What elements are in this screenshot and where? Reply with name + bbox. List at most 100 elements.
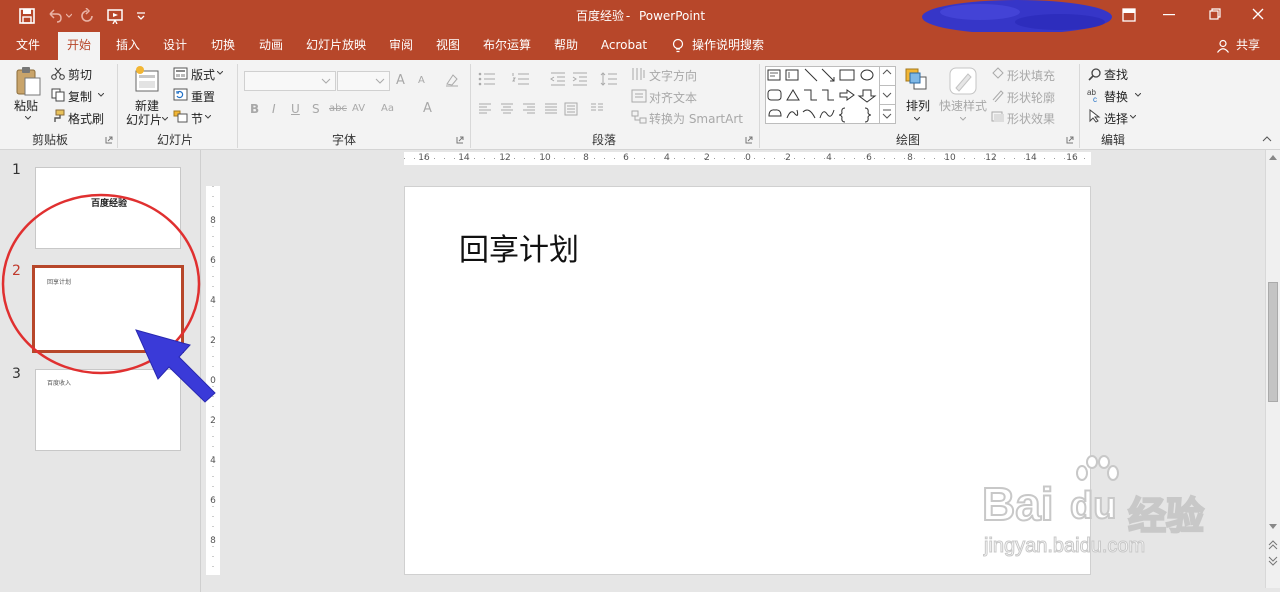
cut-button[interactable]: 剪切 (68, 66, 92, 83)
ribbon-display-options-icon[interactable] (1122, 8, 1136, 22)
tab-acrobat[interactable]: Acrobat (596, 32, 652, 60)
shrink-font-button[interactable]: A (418, 75, 425, 86)
minimize-icon[interactable] (1163, 14, 1175, 16)
align-center-icon[interactable] (500, 103, 514, 115)
arrange-icon[interactable] (904, 67, 930, 95)
font-launcher-icon[interactable] (456, 136, 464, 144)
hruler-label: 2 (704, 153, 710, 163)
clear-formatting-icon[interactable] (444, 72, 460, 88)
tab-review[interactable]: 审阅 (381, 32, 421, 60)
reset-button[interactable]: 重置 (191, 88, 215, 105)
decrease-indent-icon[interactable] (550, 72, 566, 86)
vertical-scrollbar[interactable] (1265, 150, 1280, 588)
tab-slideshow[interactable]: 幻灯片放映 (300, 32, 372, 60)
previous-slide-icon[interactable] (1268, 540, 1278, 550)
tab-help[interactable]: 帮助 (546, 32, 586, 60)
scrollbar-thumb[interactable] (1268, 282, 1278, 402)
slide-title-placeholder[interactable]: 回享计划 (459, 225, 579, 269)
tab-home[interactable]: 开始 (58, 32, 100, 60)
underline-button[interactable]: U (291, 102, 300, 116)
layout-button[interactable]: 版式 (191, 66, 215, 83)
shape-outline-button[interactable]: 形状轮廓 (1007, 89, 1055, 106)
paragraph-launcher-icon[interactable] (745, 136, 753, 144)
hruler-label: 14 (458, 153, 470, 163)
increase-indent-icon[interactable] (572, 72, 588, 86)
start-slideshow-icon[interactable] (107, 8, 125, 24)
grow-font-button[interactable]: A (396, 73, 405, 88)
font-name-dropdown-icon[interactable] (321, 78, 331, 84)
arrange-dropdown-icon[interactable] (914, 117, 920, 121)
vruler-label: 6 (210, 256, 216, 266)
font-size-dropdown-icon[interactable] (375, 78, 385, 84)
paste-icon[interactable] (14, 66, 42, 96)
align-right-icon[interactable] (522, 103, 536, 115)
select-button[interactable]: 选择 (1104, 110, 1128, 127)
hruler-label: 6 (623, 153, 629, 163)
distribute-icon[interactable] (564, 102, 578, 116)
quick-styles-button[interactable]: 快速样式 (939, 97, 987, 114)
italic-button[interactable]: I (272, 102, 276, 116)
shape-effects-button[interactable]: 形状效果 (1007, 110, 1055, 127)
paste-button[interactable]: 粘贴 (14, 97, 38, 114)
find-button[interactable]: 查找 (1104, 66, 1128, 83)
scroll-up-icon[interactable] (1269, 154, 1277, 160)
change-case-button[interactable]: Aa (381, 103, 394, 114)
numbering-icon[interactable] (512, 72, 530, 86)
save-icon[interactable] (19, 8, 35, 24)
tab-design[interactable]: 设计 (155, 32, 195, 60)
new-slide-dropdown-icon[interactable] (162, 117, 168, 121)
scissors-icon (51, 67, 65, 80)
shapes-gallery[interactable] (765, 66, 897, 124)
columns-icon[interactable] (590, 103, 604, 115)
line-spacing-icon[interactable] (600, 72, 618, 86)
redo-icon[interactable] (79, 8, 95, 24)
align-text-button[interactable]: 对齐文本 (649, 89, 697, 106)
undo-icon[interactable] (47, 8, 63, 24)
restore-icon[interactable] (1209, 8, 1221, 20)
clipboard-launcher-icon[interactable] (105, 136, 113, 144)
bullets-icon[interactable] (478, 72, 496, 86)
hruler-label: 16 (1066, 153, 1078, 163)
paste-dropdown-icon[interactable] (25, 116, 31, 120)
new-slide-label-2[interactable]: 幻灯片 (126, 111, 162, 128)
collapse-ribbon-icon[interactable] (1262, 136, 1272, 142)
share-button[interactable]: 共享 (1232, 32, 1264, 60)
align-left-icon[interactable] (478, 103, 492, 115)
next-slide-icon[interactable] (1268, 556, 1278, 566)
shape-fill-button[interactable]: 形状填充 (1007, 67, 1055, 84)
tab-transitions[interactable]: 切换 (203, 32, 243, 60)
bold-button[interactable]: B (250, 102, 259, 116)
tab-boolean[interactable]: 布尔运算 (478, 32, 536, 60)
select-dropdown-icon[interactable] (1130, 115, 1136, 119)
text-direction-button[interactable]: 文字方向 (649, 67, 697, 84)
scroll-down-icon[interactable] (1269, 524, 1277, 530)
new-slide-icon[interactable] (134, 65, 160, 95)
section-button[interactable]: 节 (191, 110, 203, 127)
char-spacing-button[interactable]: AV (352, 103, 365, 114)
tab-insert[interactable]: 插入 (108, 32, 148, 60)
format-painter-button[interactable]: 格式刷 (68, 110, 104, 127)
ribbon-separator (470, 64, 471, 148)
copy-button[interactable]: 复制 (68, 88, 92, 105)
customize-toolbar-icon[interactable] (136, 11, 146, 21)
tab-view[interactable]: 视图 (428, 32, 468, 60)
layout-dropdown-icon[interactable] (217, 71, 223, 75)
tab-animations[interactable]: 动画 (251, 32, 291, 60)
section-dropdown-icon[interactable] (205, 115, 211, 119)
quick-styles-dropdown-icon[interactable] (960, 117, 966, 121)
tab-file[interactable]: 文件 (8, 32, 48, 60)
convert-smartart-button[interactable]: 转换为 SmartArt (649, 110, 743, 127)
shadow-button[interactable]: S (312, 102, 320, 116)
arrange-button[interactable]: 排列 (906, 97, 930, 114)
font-color-button[interactable]: A (423, 101, 432, 116)
tell-me-search[interactable]: 操作说明搜索 (692, 32, 772, 60)
copy-dropdown-icon[interactable] (98, 93, 104, 97)
strikethrough-button[interactable]: abc (329, 103, 347, 114)
undo-dropdown-icon[interactable] (66, 13, 72, 19)
replace-dropdown-icon[interactable] (1135, 93, 1141, 97)
close-icon[interactable] (1252, 8, 1264, 20)
drawing-launcher-icon[interactable] (1066, 136, 1074, 144)
replace-button[interactable]: 替换 (1104, 88, 1128, 105)
quick-styles-icon[interactable] (948, 66, 978, 96)
justify-icon[interactable] (544, 103, 558, 115)
